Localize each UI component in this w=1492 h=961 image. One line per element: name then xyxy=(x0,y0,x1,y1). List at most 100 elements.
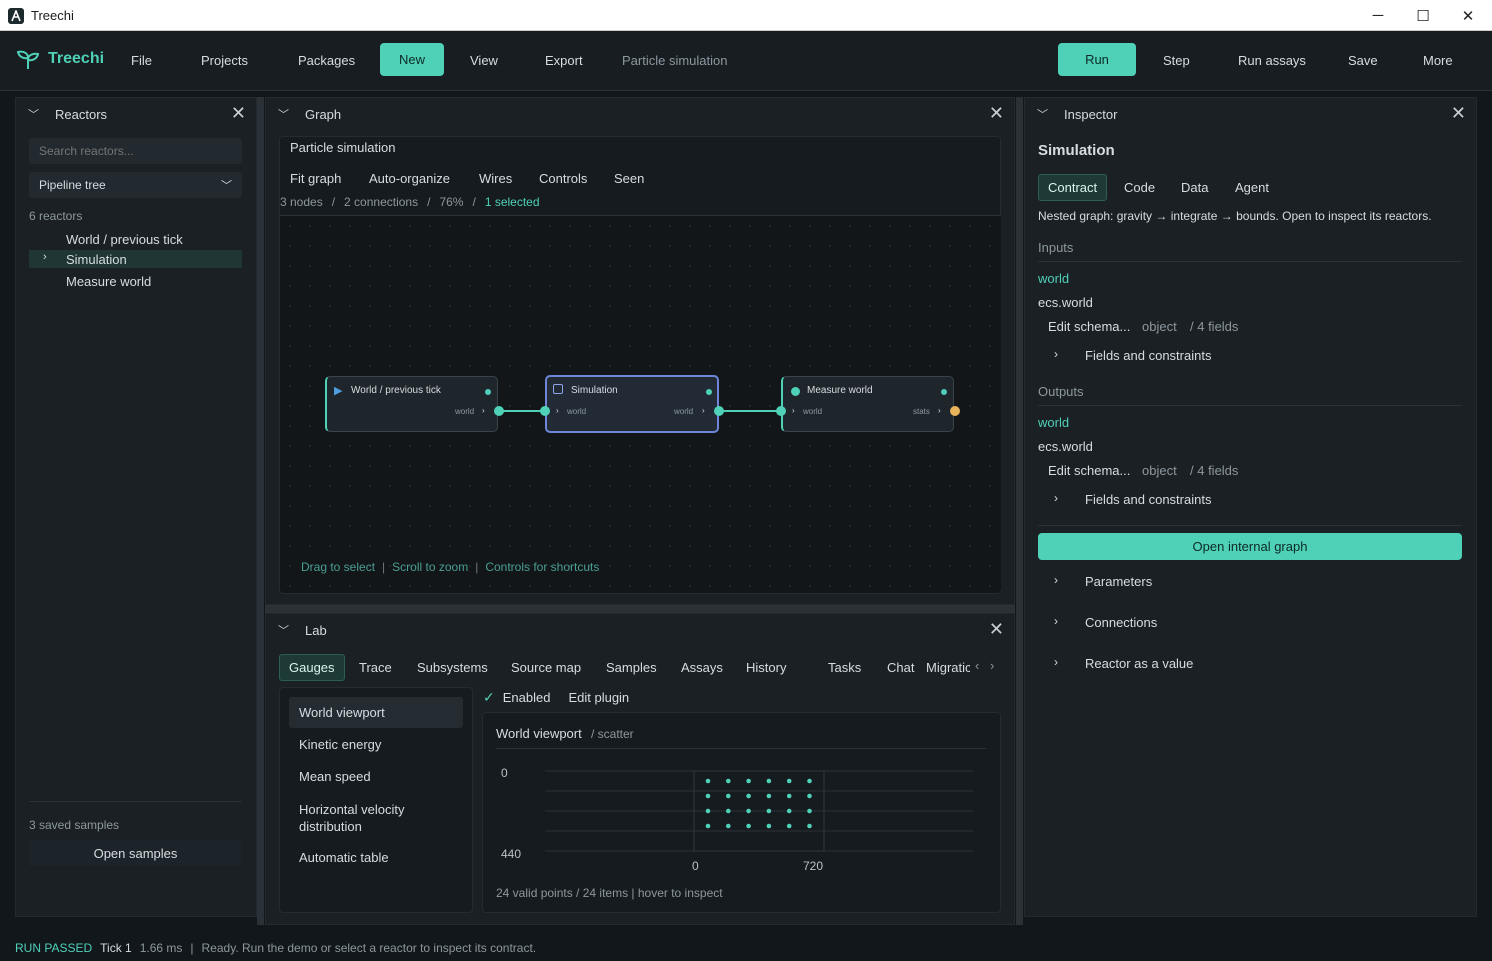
panel-splitter[interactable] xyxy=(265,605,1015,613)
scatter-point xyxy=(766,778,772,784)
chevron-right-icon[interactable]: › xyxy=(1054,614,1058,628)
menu-view[interactable]: View xyxy=(470,53,498,68)
hint-scroll: Scroll to zoom xyxy=(392,560,469,574)
menu-file[interactable]: File xyxy=(131,53,152,68)
graph-node-measure[interactable]: Measure world › world stats › xyxy=(781,376,954,432)
auto-organize-button[interactable]: Auto-organize xyxy=(369,171,450,186)
graph-canvas[interactable]: ▶ World / previous tick world › Simulati… xyxy=(280,215,1001,593)
check-icon[interactable]: ✓ xyxy=(483,689,495,706)
gauge-world-viewport[interactable]: World viewport xyxy=(299,705,385,720)
chevron-down-icon: ﹀ xyxy=(221,180,232,192)
gauge-kinetic-energy[interactable]: Kinetic energy xyxy=(299,737,381,752)
graph-node-simulation[interactable]: Simulation › world world › xyxy=(545,375,719,433)
step-button[interactable]: Step xyxy=(1163,53,1190,68)
input-edit-schema-button[interactable]: Edit schema... xyxy=(1048,319,1130,334)
controls-button[interactable]: Controls xyxy=(539,171,587,186)
close-lab-icon[interactable]: ✕ xyxy=(989,620,1004,638)
tab-code[interactable]: Code xyxy=(1124,180,1155,195)
panel-splitter-vertical-left[interactable] xyxy=(257,97,264,925)
enabled-toggle[interactable]: Enabled xyxy=(503,690,551,705)
tab-history[interactable]: History xyxy=(746,660,786,675)
lab-header[interactable]: ﹀ Lab xyxy=(266,614,1014,646)
maximize-button[interactable]: ☐ xyxy=(1400,0,1446,31)
tab-subsystems[interactable]: Subsystems xyxy=(417,660,488,675)
chevron-right-icon[interactable]: › xyxy=(1054,573,1058,587)
run-button[interactable]: Run xyxy=(1058,43,1136,76)
collapse-chevron-icon[interactable]: ﹀ xyxy=(278,622,289,638)
tree-item-simulation-row[interactable]: › Simulation xyxy=(29,250,242,268)
scroll-right-icon[interactable]: › xyxy=(990,658,994,673)
edit-plugin-button[interactable]: Edit plugin xyxy=(568,690,629,705)
output-constraints-toggle[interactable]: Fields and constraints xyxy=(1085,492,1211,507)
input-port[interactable] xyxy=(776,406,786,416)
search-reactors-input[interactable] xyxy=(29,138,242,164)
chevron-right-icon[interactable]: › xyxy=(1054,347,1058,361)
close-graph-icon[interactable]: ✕ xyxy=(989,104,1004,122)
tab-chat[interactable]: Chat xyxy=(887,660,914,675)
view-select[interactable]: Pipeline tree ﹀ xyxy=(29,172,242,198)
tab-gauges[interactable]: Gauges xyxy=(279,654,345,681)
output-port[interactable] xyxy=(714,406,724,416)
section-parameters[interactable]: Parameters xyxy=(1085,574,1152,589)
tab-trace[interactable]: Trace xyxy=(359,660,392,675)
more-button[interactable]: More xyxy=(1423,53,1453,68)
save-button[interactable]: Save xyxy=(1348,53,1378,68)
seen-button[interactable]: Seen xyxy=(614,171,644,186)
tab-contract[interactable]: Contract xyxy=(1038,174,1108,201)
tab-samples[interactable]: Samples xyxy=(606,660,657,675)
open-samples-button[interactable]: Open samples xyxy=(29,840,242,866)
section-connections[interactable]: Connections xyxy=(1085,615,1157,630)
input-port[interactable] xyxy=(540,406,550,416)
section-reactor-as-value[interactable]: Reactor as a value xyxy=(1085,656,1193,671)
tab-agent[interactable]: Agent xyxy=(1235,180,1269,195)
tree-item-world[interactable]: World / previous tick xyxy=(66,232,183,247)
collapse-chevron-icon[interactable]: ﹀ xyxy=(28,106,39,122)
chevron-right-icon[interactable]: › xyxy=(1054,491,1058,505)
play-icon: ▶ xyxy=(334,385,343,397)
tab-migration[interactable]: Migratic xyxy=(926,660,970,675)
inspector-header[interactable]: ﹀ Inspector xyxy=(1025,98,1476,130)
collapse-chevron-icon[interactable]: ﹀ xyxy=(1037,106,1048,122)
tab-data[interactable]: Data xyxy=(1181,180,1208,195)
outputs-label: Outputs xyxy=(1038,384,1084,399)
stats-output-port[interactable] xyxy=(950,406,960,416)
close-reactors-icon[interactable]: ✕ xyxy=(231,104,246,122)
scatter-point xyxy=(705,778,711,784)
collapse-chevron-icon[interactable]: ﹀ xyxy=(278,106,289,122)
output-edit-schema-button[interactable]: Edit schema... xyxy=(1048,463,1130,478)
menu-packages[interactable]: Packages xyxy=(298,53,355,68)
input-constraints-toggle[interactable]: Fields and constraints xyxy=(1085,348,1211,363)
panel-splitter-vertical[interactable] xyxy=(1016,97,1023,925)
chevron-right-icon[interactable]: › xyxy=(43,251,47,263)
output-port[interactable] xyxy=(494,406,504,416)
tab-source-map[interactable]: Source map xyxy=(511,660,581,675)
run-status: RUN PASSED xyxy=(15,940,93,955)
tree-item-simulation: Simulation xyxy=(66,252,127,267)
open-internal-graph-button[interactable]: Open internal graph xyxy=(1038,533,1462,560)
run-assays-button[interactable]: Run assays xyxy=(1238,53,1306,68)
wires-button[interactable]: Wires xyxy=(479,171,512,186)
menu-export[interactable]: Export xyxy=(545,53,583,68)
close-window-button[interactable]: ✕ xyxy=(1445,0,1491,31)
new-button[interactable]: New xyxy=(380,43,444,76)
close-inspector-icon[interactable]: ✕ xyxy=(1451,104,1466,122)
menu-projects[interactable]: Projects xyxy=(201,53,248,68)
gauge-automatic-table[interactable]: Automatic table xyxy=(299,850,389,865)
scatter-point xyxy=(807,778,812,784)
tree-item-measure[interactable]: Measure world xyxy=(66,274,151,289)
chevron-right-icon[interactable]: › xyxy=(1054,655,1058,669)
status-dot xyxy=(706,389,712,395)
gauge-mean-speed[interactable]: Mean speed xyxy=(299,769,371,784)
scroll-left-icon[interactable]: ‹ xyxy=(975,658,979,673)
lab-panel: ﹀ Lab ✕ Gauges Trace Subsystems Source m… xyxy=(265,613,1015,925)
minimize-button[interactable]: ─ xyxy=(1355,0,1401,31)
scatter-plot[interactable]: 0 440 0 720 xyxy=(483,753,1002,893)
graph-node-world[interactable]: ▶ World / previous tick world › xyxy=(325,376,498,432)
brand[interactable]: Treechi xyxy=(16,48,104,70)
gauge-velocity-distribution[interactable]: Horizontal velocity distribution xyxy=(299,801,439,835)
fit-graph-button[interactable]: Fit graph xyxy=(290,171,341,186)
tab-assays[interactable]: Assays xyxy=(681,660,723,675)
reactors-header[interactable]: ﹀ Reactors xyxy=(16,98,256,130)
graph-header[interactable]: ﹀ Graph xyxy=(266,98,1014,130)
tab-tasks[interactable]: Tasks xyxy=(828,660,861,675)
